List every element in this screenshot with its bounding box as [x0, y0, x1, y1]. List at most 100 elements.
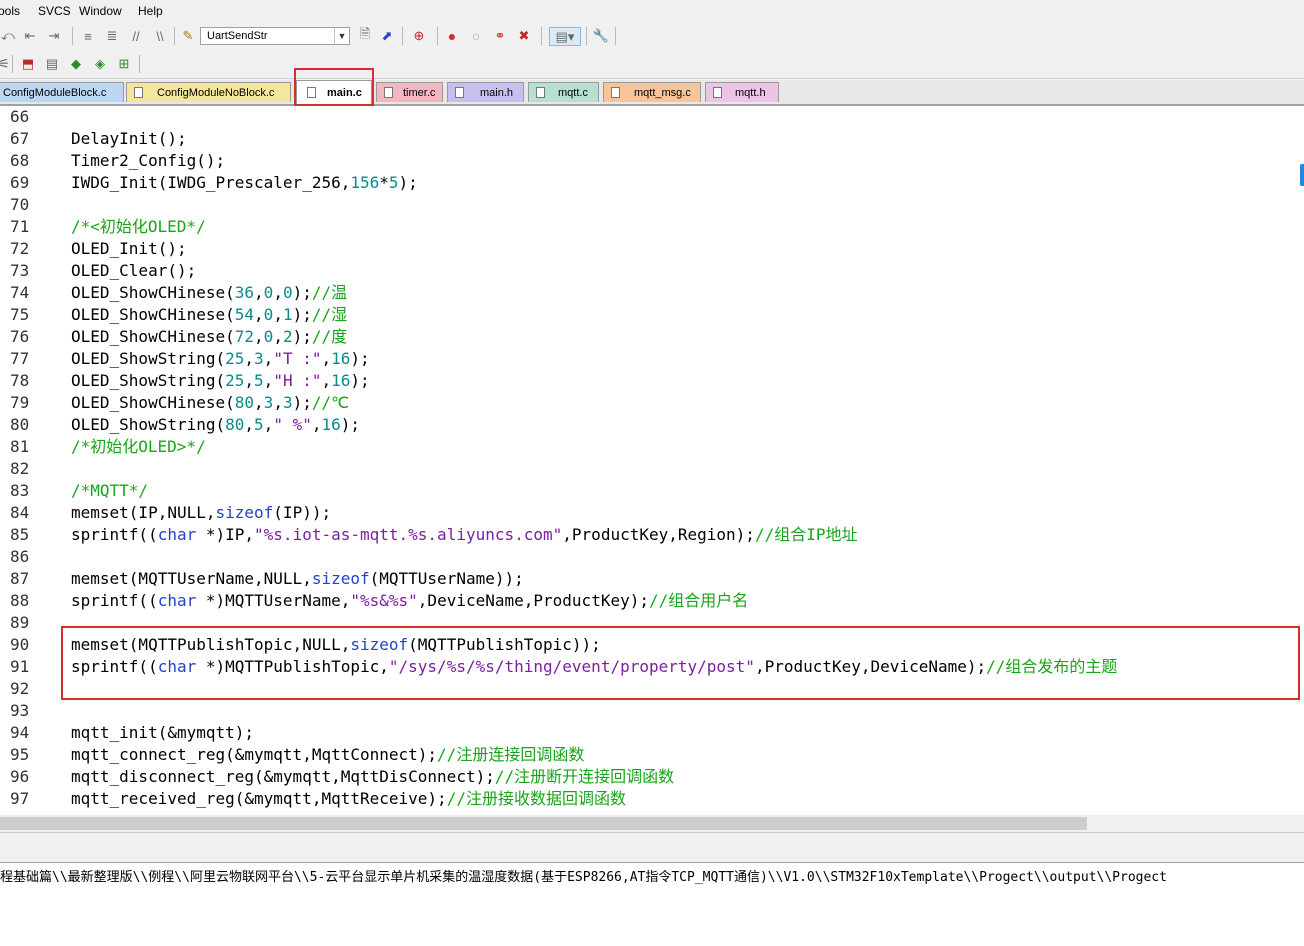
- code-line[interactable]: 95 mqtt_connect_reg(&mymqtt,MqttConnect);…: [0, 744, 1304, 766]
- options-icon[interactable]: ⚟: [0, 56, 12, 72]
- breakpoint-disable-icon[interactable]: ○: [468, 28, 484, 44]
- tab-mqtt-c[interactable]: mqtt.c: [528, 82, 599, 102]
- bookmark-prev-icon[interactable]: ⇤: [22, 28, 38, 44]
- target-combo[interactable]: UartSendStr ▼: [200, 27, 350, 45]
- code-line[interactable]: 77 OLED_ShowString(25,3,"T :",16);: [0, 348, 1304, 370]
- code-line[interactable]: 91 sprintf((char *)MQTTPublishTopic,"/sys…: [0, 656, 1304, 678]
- scrollbar-thumb[interactable]: [0, 817, 1087, 830]
- tab-main-c[interactable]: main.c: [296, 80, 372, 104]
- breakpoint-kill-all-icon[interactable]: ✖: [516, 28, 532, 44]
- uncomment-icon[interactable]: \\: [152, 28, 168, 44]
- code-line[interactable]: 89: [0, 612, 1304, 634]
- code-line[interactable]: 87 memset(MQTTUserName,NULL,sizeof(MQTTUs…: [0, 568, 1304, 590]
- code-text: /*MQTT*/: [71, 480, 148, 502]
- file-icon: [134, 87, 143, 98]
- code-text: OLED_ShowCHinese(36,0,0);//温: [71, 282, 347, 304]
- code-line[interactable]: 82: [0, 458, 1304, 480]
- code-line[interactable]: 97 mqtt_received_reg(&mymqtt,MqttReceive)…: [0, 788, 1304, 810]
- code-token: 5: [388, 173, 399, 192]
- code-token: DelayInit();: [71, 129, 187, 148]
- bookmark-next-icon[interactable]: ⇥: [46, 28, 62, 44]
- tab-configmoduleblock[interactable]: ConfigModuleBlock.c: [0, 82, 124, 102]
- pack-installer-icon[interactable]: ◈: [92, 56, 108, 72]
- tab-configmodulenoblock[interactable]: ConfigModuleNoBlock.c: [126, 82, 291, 102]
- code-line[interactable]: 80 OLED_ShowString(80,5," %",16);: [0, 414, 1304, 436]
- comment-icon[interactable]: //: [128, 28, 144, 44]
- find-icon[interactable]: 🗎: [357, 26, 373, 44]
- code-token: mqtt_disconnect_reg(&mymqtt,MqttDisConne…: [71, 767, 495, 786]
- code-line[interactable]: 93: [0, 700, 1304, 722]
- code-line[interactable]: 85 sprintf((char *)IP,"%s.iot-as-mqtt.%s.…: [0, 524, 1304, 546]
- code-line[interactable]: 76 OLED_ShowCHinese(72,0,2);//度: [0, 326, 1304, 348]
- code-line[interactable]: 96 mqtt_disconnect_reg(&mymqtt,MqttDisCon…: [0, 766, 1304, 788]
- code-line[interactable]: 88 sprintf((char *)MQTTUserName,"%s&%s",D…: [0, 590, 1304, 612]
- code-token: 25: [225, 349, 245, 368]
- code-token: 0: [263, 327, 274, 346]
- code-token: ,: [263, 415, 274, 434]
- manage-icon[interactable]: ▤: [44, 56, 60, 72]
- code-token: 0: [282, 283, 293, 302]
- select-packs-icon[interactable]: ◆: [68, 56, 84, 72]
- code-line[interactable]: 92: [0, 678, 1304, 700]
- tab-mqtt-h[interactable]: mqtt.h: [705, 82, 779, 102]
- code-line[interactable]: 84 memset(IP,NULL,sizeof(IP));: [0, 502, 1304, 524]
- code-token: OLED_Clear();: [71, 261, 197, 280]
- code-line[interactable]: 73 OLED_Clear();: [0, 260, 1304, 282]
- code-token: ,: [254, 393, 264, 412]
- code-line[interactable]: 79 OLED_ShowCHinese(80,3,3);//℃: [0, 392, 1304, 414]
- line-number: 81: [10, 437, 30, 456]
- scroll-position-marker: [1300, 164, 1304, 186]
- code-line[interactable]: 75 OLED_ShowCHinese(54,0,1);//湿: [0, 304, 1304, 326]
- menu-bar: Tools SVCS Window Help: [0, 0, 1304, 22]
- line-number: 83: [10, 481, 30, 500]
- code-line[interactable]: 74 OLED_ShowCHinese(36,0,0);//温: [0, 282, 1304, 304]
- chevron-down-icon[interactable]: ▼: [334, 28, 349, 44]
- indent-icon[interactable]: ≡: [80, 28, 96, 44]
- code-line[interactable]: 78 OLED_ShowString(25,5,"H :",16);: [0, 370, 1304, 392]
- code-line[interactable]: 70: [0, 194, 1304, 216]
- line-number: 82: [10, 459, 30, 478]
- code-line[interactable]: 66: [0, 106, 1304, 128]
- code-token: ,: [254, 327, 264, 346]
- code-token: ,: [244, 371, 255, 390]
- code-token: //温: [311, 283, 348, 302]
- code-line[interactable]: 83 /*MQTT*/: [0, 480, 1304, 502]
- code-line[interactable]: 81 /*初始化OLED>*/: [0, 436, 1304, 458]
- configure-icon[interactable]: 🔧: [593, 28, 609, 44]
- tab-label: mqtt.c: [558, 87, 588, 99]
- tab-main-h[interactable]: main.h: [447, 82, 524, 102]
- code-text: mqtt_received_reg(&mymqtt,MqttReceive);/…: [71, 788, 626, 810]
- panel-splitter[interactable]: [0, 832, 1304, 863]
- code-line[interactable]: 86: [0, 546, 1304, 568]
- tab-mqtt-msg-c[interactable]: mqtt_msg.c: [603, 82, 701, 102]
- incremental-find-icon[interactable]: ⬈: [379, 28, 395, 44]
- breakpoint-disable-all-icon[interactable]: ⚭: [492, 28, 508, 44]
- code-text: mqtt_connect_reg(&mymqtt,MqttConnect);//…: [71, 744, 584, 766]
- line-number: 86: [10, 547, 30, 566]
- code-line[interactable]: 67 DelayInit();: [0, 128, 1304, 150]
- code-editor[interactable]: 66 67 DelayInit(); 68 Timer2_Config(); 69 IWDG…: [0, 106, 1304, 815]
- code-line[interactable]: 90 memset(MQTTPublishTopic,NULL,sizeof(MQ…: [0, 634, 1304, 656]
- menu-window[interactable]: Window: [79, 4, 122, 18]
- code-text: OLED_Clear();: [71, 260, 196, 282]
- manage-run-time-icon[interactable]: ⊞: [116, 56, 132, 72]
- menu-tools[interactable]: Tools: [0, 4, 20, 18]
- menu-svcs[interactable]: SVCS: [38, 4, 71, 18]
- menu-help[interactable]: Help: [138, 4, 163, 18]
- load-icon[interactable]: ⬒: [20, 56, 36, 72]
- code-line[interactable]: 94 mqtt_init(&mymqtt);: [0, 722, 1304, 744]
- find-in-files-icon[interactable]: ✎: [180, 28, 196, 44]
- code-token: ,: [273, 393, 283, 412]
- code-line[interactable]: 71 /*<初始化OLED*/: [0, 216, 1304, 238]
- tab-timer-c[interactable]: timer.c: [376, 82, 443, 102]
- code-line[interactable]: 69 IWDG_Init(IWDG_Prescaler_256,156*5);: [0, 172, 1304, 194]
- horizontal-scrollbar[interactable]: [0, 815, 1304, 832]
- code-line[interactable]: 72 OLED_Init();: [0, 238, 1304, 260]
- breakpoint-icon[interactable]: ●: [444, 28, 460, 44]
- code-token: 16: [331, 349, 351, 368]
- window-layout-icon[interactable]: ▤▾: [549, 27, 581, 46]
- unindent-icon[interactable]: ≣: [104, 28, 120, 44]
- code-line[interactable]: 68 Timer2_Config();: [0, 150, 1304, 172]
- debug-session-icon[interactable]: ⊕: [411, 28, 427, 44]
- undo-icon[interactable]: ⤺: [0, 28, 16, 44]
